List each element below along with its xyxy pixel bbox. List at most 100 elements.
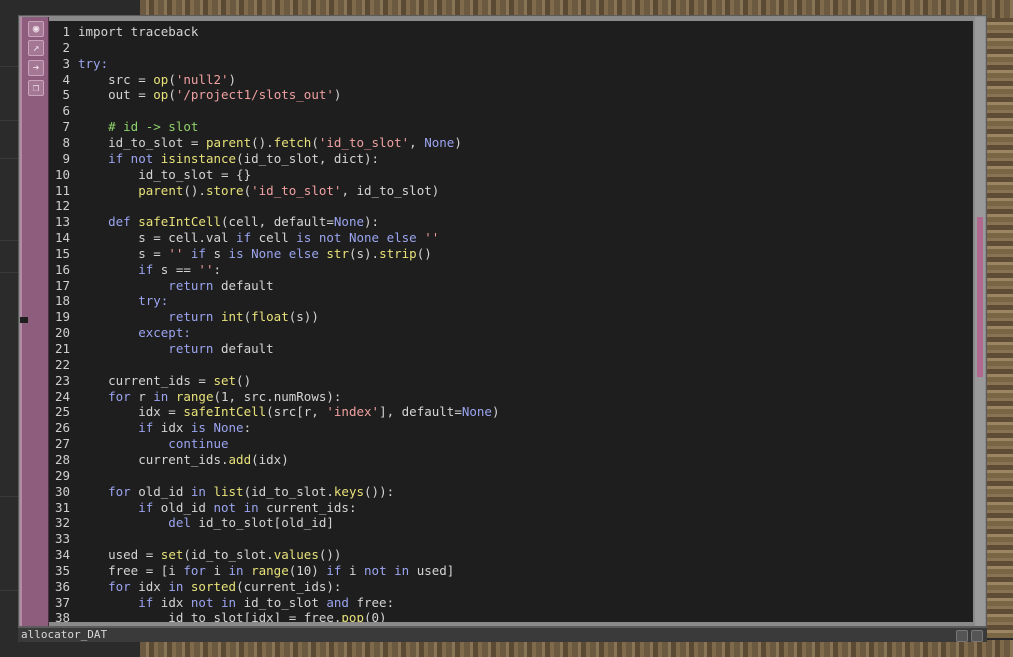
code-token: (cell, default= (221, 214, 334, 230)
code-token: ( (168, 87, 176, 103)
add-icon[interactable] (971, 630, 983, 642)
line-number: 22 (54, 356, 70, 372)
line-number: 19 (54, 309, 70, 325)
code-line[interactable]: 14 s = cell.val if cell is not None else… (49, 230, 439, 246)
line-number: 20 (54, 325, 70, 341)
network-background-bottom-left (0, 640, 140, 657)
code-token: in (153, 388, 176, 404)
code-token: add (228, 451, 252, 467)
code-token: r (130, 388, 154, 404)
code-line[interactable]: 27 continue (49, 436, 229, 452)
code-line[interactable]: 4 src = op('null2') (49, 72, 236, 88)
line-number: 8 (62, 134, 70, 150)
bypass-icon[interactable]: ↗ (28, 40, 44, 56)
code-token: (id_to_slot. (243, 483, 334, 499)
code-line[interactable]: 12 (49, 198, 78, 214)
code-token: in (190, 483, 214, 499)
code-line[interactable]: 19 return int(float(s)) (49, 309, 319, 325)
code-line[interactable]: 9 if not isinstance(id_to_slot, dict): (49, 151, 379, 167)
code-token: continue (78, 436, 229, 452)
code-line[interactable]: 29 (49, 468, 78, 484)
line-number: 9 (62, 150, 70, 166)
code-token: s (205, 245, 229, 261)
code-line[interactable]: 20 except: (49, 325, 191, 341)
code-line[interactable]: 7 # id -> slot (49, 119, 198, 135)
code-line[interactable]: 23 current_ids = set() (49, 373, 251, 389)
code-line[interactable]: 30 for old_id in list(id_to_slot.keys())… (49, 484, 394, 500)
code-line[interactable]: 8 id_to_slot = parent().fetch('id_to_slo… (49, 134, 461, 151)
code-line[interactable]: 10 id_to_slot = {} (49, 167, 251, 183)
code-token: except: (78, 325, 191, 341)
code-line[interactable]: 21 return default (49, 341, 274, 357)
code-line[interactable]: 28 current_ids.add(idx) (49, 452, 289, 468)
code-line[interactable]: 3 try: (49, 56, 108, 72)
code-line[interactable]: 36 for idx in sorted(current_ids): (49, 579, 341, 595)
node-name-label[interactable]: allocator_DAT (21, 628, 107, 642)
node-scrollbar[interactable] (975, 17, 985, 626)
code-line[interactable]: 15 s = '' if s is None else str(s).strip… (49, 246, 432, 262)
code-token: '' (424, 230, 440, 246)
code-token: id_to_slot[idx] = free. (78, 610, 342, 622)
code-token: if (78, 499, 154, 515)
code-token: , (409, 134, 425, 150)
code-line[interactable]: 35 free = [i for i in range(10) if i not… (49, 563, 454, 579)
code-line[interactable]: 16 if s == '': (49, 262, 221, 278)
line-number: 27 (54, 436, 70, 452)
code-token: id_to_slot (236, 594, 327, 610)
scrollbar-thumb[interactable] (977, 217, 983, 377)
code-line[interactable]: 13 def safeIntCell(cell, default=None): (49, 214, 379, 230)
code-line[interactable]: 17 return default (49, 278, 274, 294)
code-token: if (190, 245, 206, 261)
code-token: None (424, 134, 455, 150)
code-token: if (78, 420, 154, 436)
code-line[interactable]: 37 if idx not in id_to_slot and free: (49, 595, 394, 611)
code-line[interactable]: 31 if old_id not in current_ids: (49, 499, 357, 516)
line-number: 12 (54, 198, 70, 214)
code-token: : (213, 261, 222, 277)
code-line[interactable]: 25 idx = safeIntCell(src[r, 'index'], de… (49, 404, 500, 420)
line-number: 34 (54, 547, 70, 563)
code-line[interactable]: 11 parent().store('id_to_slot', id_to_sl… (49, 183, 439, 199)
code-editor[interactable]: 1 import traceback 2 3 try: 4 src = op('null2… (49, 21, 973, 622)
code-token: for (78, 483, 131, 499)
clone-icon[interactable]: ❐ (28, 80, 44, 96)
code-line[interactable]: 22 (49, 357, 78, 373)
line-number: 35 (54, 562, 70, 578)
export-arrow-icon[interactable]: ➔ (28, 60, 44, 76)
code-line[interactable]: 5 out = op('/project1/slots_out') (49, 87, 341, 103)
code-line[interactable]: 32 del id_to_slot[old_id] (49, 515, 334, 531)
code-line[interactable]: 34 used = set(id_to_slot.values()) (49, 547, 341, 563)
code-line[interactable]: 33 (49, 531, 78, 547)
code-line[interactable]: 24 for r in range(1, src.numRows): (49, 389, 341, 405)
network-background-right (986, 18, 1013, 638)
code-token: if (78, 261, 154, 277)
code-token: for (183, 562, 206, 578)
viewer-active-icon[interactable]: ◉ (28, 21, 44, 37)
viewer-toggle-icon[interactable] (956, 630, 968, 642)
code-token: (0) (363, 610, 387, 622)
code-token: default (213, 341, 274, 356)
code-token: (id_to_slot, dict): (236, 150, 380, 166)
code-token: (idx) (251, 451, 289, 467)
line-number: 25 (54, 404, 70, 420)
code-line[interactable]: 6 (49, 103, 78, 119)
code-token: 'id_to_slot' (318, 134, 410, 150)
code-line[interactable]: 26 if idx is None: (49, 420, 251, 436)
code-token: values (273, 547, 319, 563)
code-line[interactable]: 2 (49, 40, 78, 56)
code-token: str (326, 245, 349, 261)
code-token: old_id (130, 483, 191, 499)
input-connector[interactable] (20, 317, 28, 323)
code-token: set (213, 372, 237, 388)
code-line[interactable]: 18 try: (49, 293, 168, 309)
code-token: (src[r, (266, 404, 327, 420)
code-token: if (78, 594, 154, 610)
line-number: 31 (54, 499, 70, 515)
line-number: 15 (54, 245, 70, 261)
code-token: return (78, 277, 214, 293)
code-token: del (78, 515, 191, 531)
code-token: () (236, 372, 252, 388)
code-line[interactable]: 38 id_to_slot[idx] = free.pop(0) (49, 610, 387, 622)
code-line[interactable]: 1 import traceback (49, 24, 198, 40)
code-token: (1, src.numRows): (213, 388, 342, 404)
